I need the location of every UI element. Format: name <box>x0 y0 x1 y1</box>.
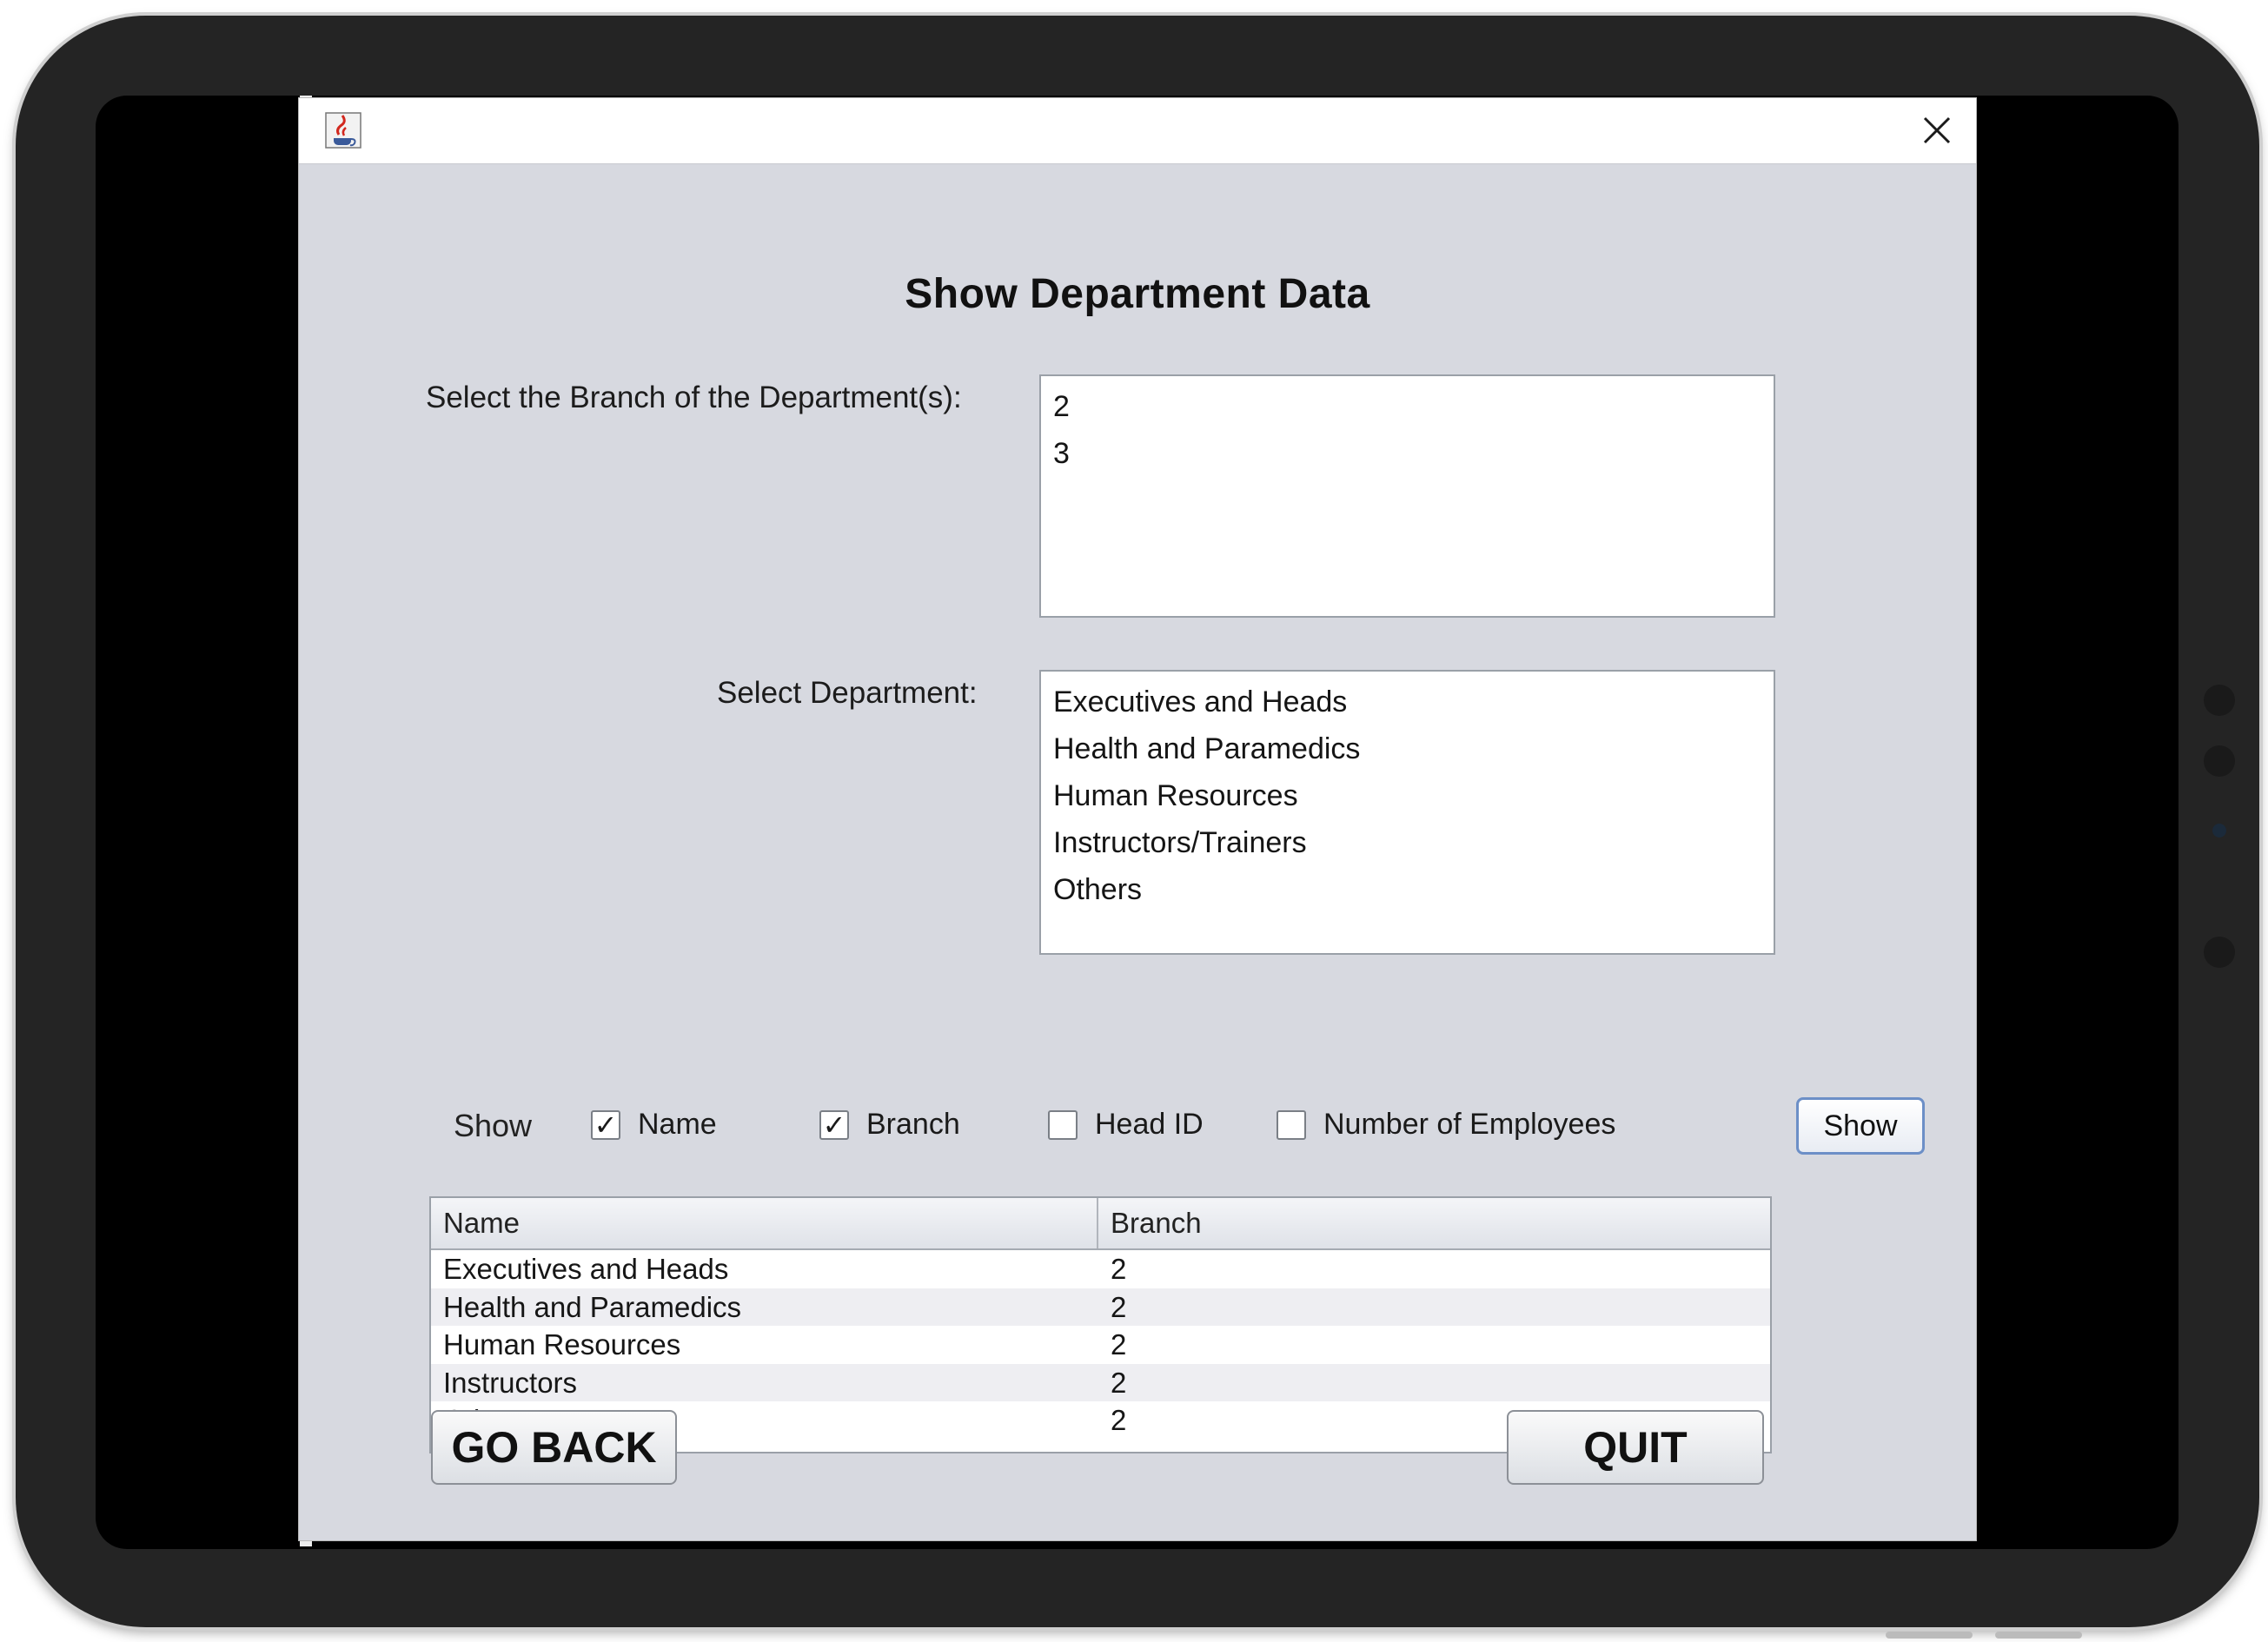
table-row[interactable]: Human Resources 2 <box>431 1326 1770 1364</box>
list-item[interactable]: Instructors/Trainers <box>1041 819 1774 866</box>
page-title: Show Department Data <box>905 271 1370 317</box>
name-checkbox[interactable]: ✓ Name <box>591 1108 717 1142</box>
branch-listbox[interactable]: 2 3 <box>1039 374 1775 618</box>
cell-branch: 2 <box>1111 1290 1127 1323</box>
head-id-checkbox[interactable]: Head ID <box>1048 1108 1204 1142</box>
cell-branch: 2 <box>1111 1253 1127 1285</box>
table-header: Name Branch <box>431 1198 1770 1250</box>
checkbox-label: Branch <box>866 1108 960 1141</box>
checkbox-label: Name <box>638 1108 717 1141</box>
checkbox-label: Head ID <box>1095 1108 1204 1141</box>
cell-name: Instructors <box>443 1366 578 1399</box>
show-options-row: Show ✓ Name ✓ Branch Head ID Number of E… <box>454 1097 2070 1158</box>
go-back-button[interactable]: GO BACK <box>431 1410 677 1485</box>
java-coffee-cup-icon <box>325 112 361 149</box>
side-button <box>2204 685 2235 716</box>
list-item[interactable]: Health and Paramedics <box>1041 725 1774 772</box>
checkbox-checked-icon[interactable]: ✓ <box>591 1109 620 1140</box>
cell-name: Health and Paramedics <box>443 1290 742 1323</box>
show-department-dialog: Show Department Data Select the Branch o… <box>298 97 1977 1541</box>
department-listbox[interactable]: Executives and Heads Health and Paramedi… <box>1039 670 1775 955</box>
cell-name: Executives and Heads <box>443 1253 729 1285</box>
title-bar <box>299 98 1976 164</box>
checkbox-unchecked-icon[interactable] <box>1277 1109 1306 1140</box>
list-item[interactable]: Human Resources <box>1041 772 1774 819</box>
branch-checkbox[interactable]: ✓ Branch <box>819 1108 960 1142</box>
table-row[interactable]: Instructors 2 <box>431 1363 1770 1401</box>
home-indicator <box>1886 1632 1973 1639</box>
column-header-name[interactable]: Name <box>431 1198 1098 1248</box>
side-button <box>2204 745 2235 777</box>
cell-branch: 2 <box>1111 1366 1127 1399</box>
table-row[interactable]: Health and Paramedics 2 <box>431 1288 1770 1326</box>
show-button[interactable]: Show <box>1796 1097 1925 1155</box>
column-header-branch[interactable]: Branch <box>1098 1198 1202 1248</box>
list-item[interactable]: Others <box>1041 866 1774 913</box>
number-of-employees-checkbox[interactable]: Number of Employees <box>1277 1108 1615 1142</box>
list-item[interactable]: 3 <box>1041 430 1774 477</box>
close-icon[interactable] <box>1913 107 1960 154</box>
cell-name: Human Resources <box>443 1328 681 1361</box>
camera-sensor <box>2212 824 2226 838</box>
cell-branch: 2 <box>1111 1328 1127 1361</box>
list-item[interactable]: 2 <box>1041 383 1774 430</box>
checkbox-checked-icon[interactable]: ✓ <box>819 1109 849 1140</box>
table-row[interactable]: Executives and Heads 2 <box>431 1250 1770 1288</box>
branch-select-label: Select the Branch of the Department(s): <box>426 381 962 414</box>
checkbox-label: Number of Employees <box>1323 1108 1616 1141</box>
checkbox-unchecked-icon[interactable] <box>1048 1109 1078 1140</box>
quit-button[interactable]: QUIT <box>1507 1410 1764 1485</box>
home-indicator <box>1995 1632 2082 1639</box>
show-label: Show <box>454 1108 533 1143</box>
cell-branch: 2 <box>1111 1404 1127 1436</box>
list-item[interactable]: Executives and Heads <box>1041 679 1774 725</box>
side-button <box>2204 937 2235 968</box>
department-select-label: Select Department: <box>717 676 978 710</box>
